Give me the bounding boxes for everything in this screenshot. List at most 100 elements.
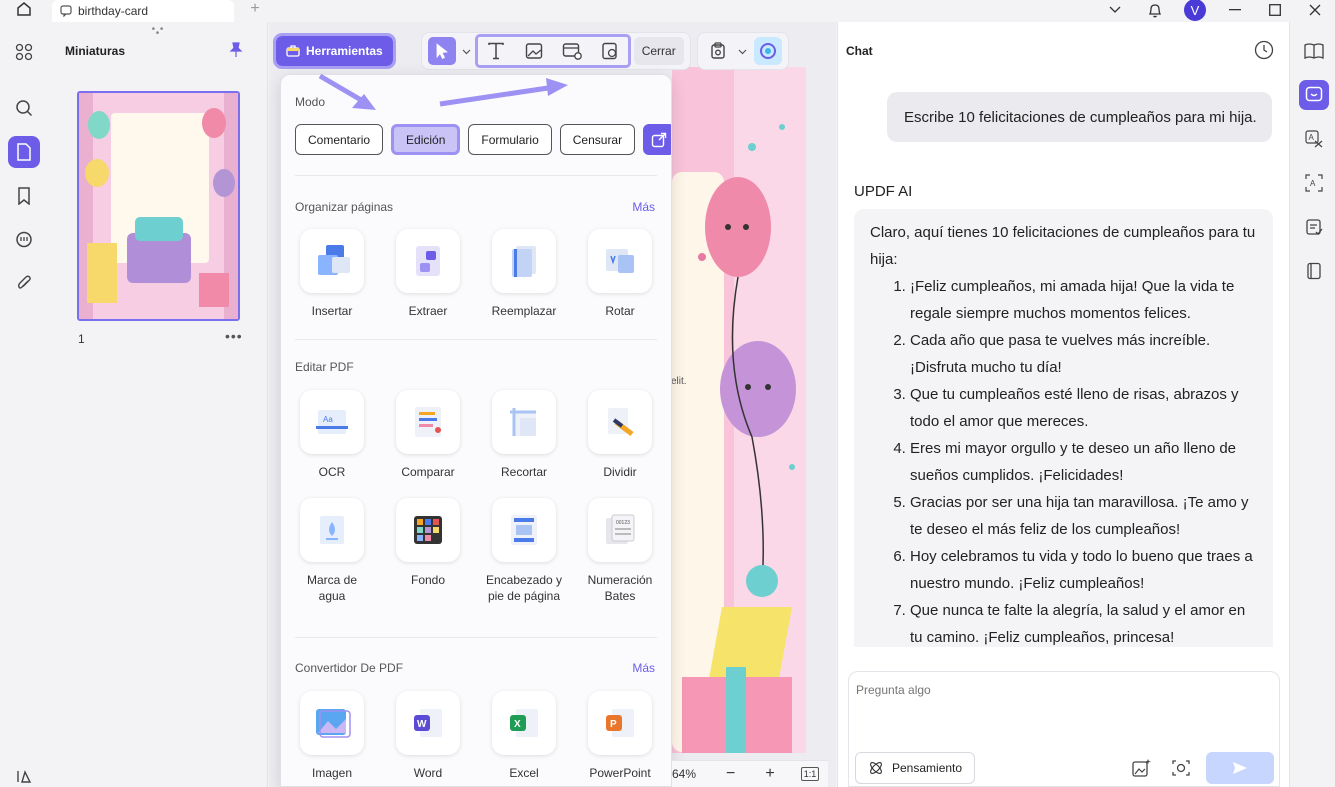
svg-text:A: A xyxy=(1310,179,1316,188)
svg-text:W: W xyxy=(417,719,427,730)
mode-form-button[interactable]: Formulario xyxy=(468,124,552,155)
thumbnails-icon[interactable] xyxy=(8,136,40,168)
image-magic-icon[interactable] xyxy=(1131,758,1151,781)
insert-pages-icon xyxy=(318,245,350,275)
svg-text:A: A xyxy=(1309,133,1315,142)
crop-tool[interactable]: Recortar xyxy=(484,390,564,480)
replace-tool[interactable]: Reemplazar xyxy=(484,229,564,319)
ai-chat-icon[interactable] xyxy=(1299,80,1329,110)
external-link-icon[interactable] xyxy=(643,124,671,155)
rotate-tool[interactable]: Rotar xyxy=(580,229,660,319)
ai-assistant-icon[interactable] xyxy=(753,37,782,65)
compare-tool[interactable]: Comparar xyxy=(388,390,468,480)
extract-tool[interactable]: Extraer xyxy=(388,229,468,319)
thumbnail-more-icon[interactable]: ••• xyxy=(225,328,243,344)
close-edit-button[interactable]: Cerrar xyxy=(633,37,684,65)
image-tool-icon[interactable] xyxy=(520,37,548,65)
redact-tool-icon[interactable] xyxy=(596,37,624,65)
user-message: Escribe 10 felicitaciones de cumpleaños … xyxy=(887,92,1272,142)
chat-input[interactable] xyxy=(856,683,1156,697)
close-icon[interactable] xyxy=(1295,0,1335,20)
send-button[interactable] xyxy=(1206,752,1274,784)
birthday-card-illustration xyxy=(79,93,238,319)
page-thumbnail[interactable] xyxy=(77,91,240,321)
background-tool[interactable]: Fondo xyxy=(388,498,468,588)
document-page xyxy=(672,67,806,753)
svg-text:X: X xyxy=(514,719,521,730)
toolbox-icon xyxy=(286,45,300,57)
convert-word-tool[interactable]: W Word xyxy=(388,691,468,781)
chevron-down-icon[interactable] xyxy=(462,44,472,58)
utility-group xyxy=(696,32,789,70)
layers-icon[interactable] xyxy=(8,760,40,787)
pin-icon[interactable] xyxy=(229,42,243,61)
split-tool[interactable]: Dividir xyxy=(580,390,660,480)
excel-file-icon: X xyxy=(510,709,538,737)
maximize-icon[interactable] xyxy=(1255,0,1295,20)
ocr-text-icon[interactable]: A xyxy=(1299,168,1329,198)
chat-title: Chat xyxy=(846,44,873,58)
insert-tool[interactable]: Insertar xyxy=(292,229,372,319)
mode-comment-button[interactable]: Comentario xyxy=(295,124,384,155)
send-icon xyxy=(1233,762,1247,774)
save-icon[interactable] xyxy=(704,37,732,65)
edit-tools-group: Cerrar xyxy=(420,32,691,70)
title-bar: birthday-card + V xyxy=(0,0,1335,22)
screenshot-icon[interactable] xyxy=(1171,758,1191,781)
new-tab-plus-icon[interactable]: + xyxy=(246,0,264,18)
bookmark-icon[interactable] xyxy=(8,180,40,212)
text-tool-icon[interactable] xyxy=(482,37,510,65)
list-item: Que tu cumpleaños esté lleno de risas, a… xyxy=(910,381,1257,435)
edit-tools-highlight xyxy=(474,34,631,68)
convert-excel-tool[interactable]: X Excel xyxy=(484,691,564,781)
form-check-icon[interactable] xyxy=(1299,212,1329,242)
convert-image-tool[interactable]: Imagen xyxy=(292,691,372,781)
search-icon[interactable] xyxy=(8,92,40,124)
mode-selector: Comentario Edición Formulario Censurar xyxy=(295,124,671,155)
bell-icon[interactable] xyxy=(1135,0,1175,20)
translate-icon[interactable]: A xyxy=(1299,124,1329,154)
thinking-toggle-button[interactable]: Pensamiento xyxy=(855,752,976,784)
watermark-tool[interactable]: Marca de agua xyxy=(292,498,372,604)
attachment-icon[interactable] xyxy=(8,268,40,300)
bates-numbering-tool[interactable]: 00123 Numeración Bates xyxy=(580,498,660,604)
converter-more-link[interactable]: Más xyxy=(632,661,655,675)
ocr-tool[interactable]: Aa OCR xyxy=(292,390,372,480)
mode-redact-button[interactable]: Censurar xyxy=(559,124,636,155)
organize-more-link[interactable]: Más xyxy=(632,200,655,214)
list-item: Eres mi mayor orgullo y te deseo un año … xyxy=(910,435,1257,489)
apps-grid-icon[interactable] xyxy=(8,36,40,68)
convert-powerpoint-tool[interactable]: P PowerPoint xyxy=(580,691,660,781)
avatar[interactable]: V xyxy=(1184,0,1206,21)
chevron-down-icon[interactable] xyxy=(738,44,748,58)
zoom-out-button[interactable]: − xyxy=(726,765,735,783)
home-icon[interactable] xyxy=(12,0,36,18)
chat-input-box: Pensamiento xyxy=(848,671,1280,787)
zoom-in-button[interactable]: + xyxy=(765,765,774,783)
link-tool-icon[interactable] xyxy=(558,37,586,65)
list-item: Que nunca te falte la alegría, la salud … xyxy=(910,597,1257,647)
mode-section-title: Modo xyxy=(295,95,326,109)
document-tab[interactable]: birthday-card xyxy=(52,0,234,22)
zoom-level[interactable]: 64% xyxy=(672,767,708,781)
fit-page-button[interactable]: 1:1 xyxy=(800,767,820,781)
ai-response: Claro, aquí tienes 10 felicitaciones de … xyxy=(854,209,1273,647)
zoom-bar: 64% − + 1:1 xyxy=(672,760,828,787)
header-footer-tool[interactable]: Encabezado y pie de página xyxy=(484,498,564,604)
organize-section-title: Organizar páginas xyxy=(295,200,394,214)
history-clock-icon[interactable] xyxy=(1254,40,1274,63)
comments-icon[interactable] xyxy=(8,224,40,256)
minimize-icon[interactable] xyxy=(1215,0,1255,20)
mode-edit-button[interactable]: Edición xyxy=(391,124,461,155)
panel-handle[interactable]: • • • xyxy=(149,25,167,39)
select-tool-button[interactable] xyxy=(427,37,456,65)
tools-button[interactable]: Herramientas xyxy=(273,33,396,69)
book-icon[interactable] xyxy=(1299,256,1329,286)
tools-dropdown-panel: Modo Comentario Edición Formulario Censu… xyxy=(280,74,672,787)
thumbnail-page-number: 1 xyxy=(78,332,85,346)
thinking-label: Pensamiento xyxy=(892,761,963,775)
reader-book-icon[interactable] xyxy=(1299,36,1329,66)
chevron-down-icon[interactable] xyxy=(1095,0,1135,20)
compare-icon xyxy=(415,407,441,437)
replace-pages-icon xyxy=(512,246,536,277)
